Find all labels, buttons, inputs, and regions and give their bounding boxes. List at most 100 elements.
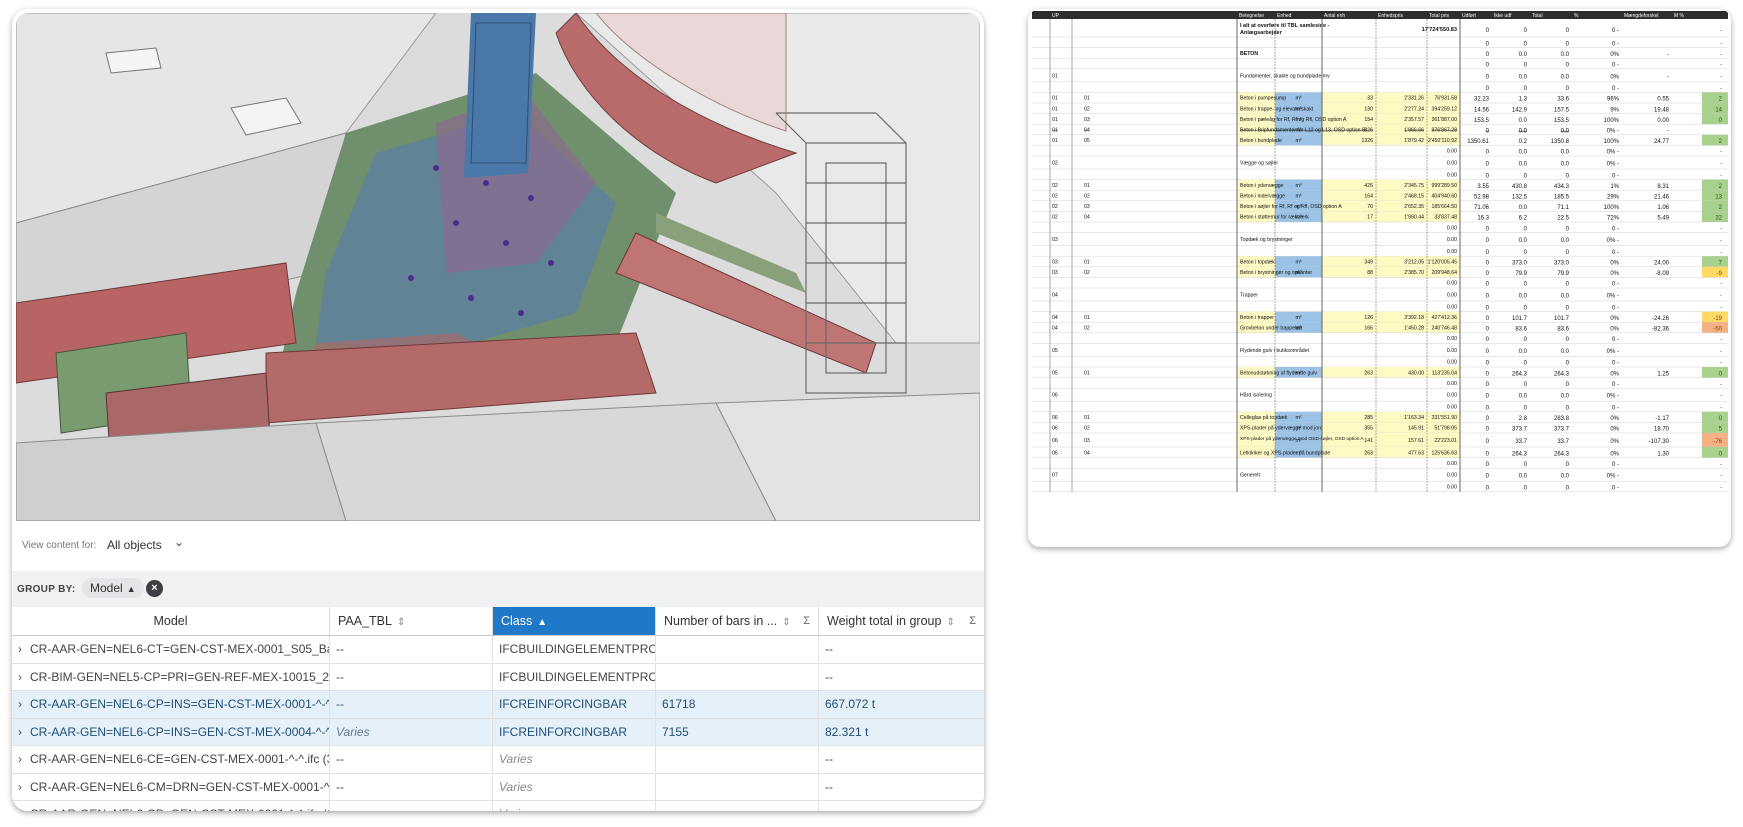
sheet-cell-text: - (1720, 486, 1722, 492)
column-header-label: Model (153, 614, 188, 628)
table-row[interactable]: › CR-AAR-GEN=NEL6-CP=INS=GEN-CST-MEX-0004… (12, 718, 984, 746)
3d-model-viewport[interactable] (16, 13, 980, 521)
sheet-cell-text: 0 (1524, 382, 1528, 388)
paa-tbl-cell-text: -- (336, 697, 344, 711)
sheet-cell-text: 164 (1364, 194, 1373, 200)
sheet-header-cell: UP (1052, 13, 1060, 19)
sheet-cell-text: 0 (1486, 282, 1490, 288)
sheet-header-cell: Total pris (1429, 13, 1450, 19)
sort-icon[interactable]: ⇕ (782, 617, 790, 628)
sheet-cell-text: 130 (1364, 106, 1373, 112)
sheet-cell-text: -19 (1713, 316, 1722, 322)
view-content-dropdown[interactable]: All objects (107, 538, 162, 552)
column-header-model[interactable]: Model (12, 607, 330, 635)
class-cell-text: Varies (499, 779, 533, 794)
sheet-cell-text: 0 (1486, 41, 1490, 47)
table-row[interactable]: › CR-BIM-GEN=NEL5-CP=PRI=GEN-REF-MEX-1001… (12, 663, 984, 691)
class-cell: Varies (493, 746, 656, 772)
sheet-cell-text: 157.5 (1554, 107, 1570, 113)
expand-chevron-icon[interactable]: › (18, 691, 30, 717)
table-row[interactable]: › CR-AAR-GEN=NEL6-CE=GEN-CST-MEX-0001-^-^… (12, 746, 984, 774)
sheet-cell-text: 373.7 (1554, 427, 1570, 433)
sheet-cell-text: 209'948.64 (1431, 270, 1457, 276)
sort-ascending-icon[interactable]: ▲ (537, 617, 547, 628)
table-row[interactable]: › CR-AAR-GEN=NEL6-CP=INS=GEN-CST-MEX-0001… (12, 691, 984, 719)
expand-chevron-icon[interactable]: › (18, 801, 30, 811)
column-header-paa-tbl[interactable]: PAA_TBL ⇕ (330, 607, 493, 635)
model-cell: › CR-AAR-GEN=NEL6-CE=GEN-CST-MEX-0001-^-^… (12, 746, 330, 772)
view-content-label: View content for: (22, 540, 97, 551)
budget-spreadsheet[interactable]: UP Betegnelse Enhed Antal enh Enhedspris Tota… (1032, 11, 1728, 541)
sheet-cell-text: 0.00 (1447, 336, 1457, 342)
sheet-cell-text: 430.00 (1408, 370, 1424, 376)
weight-total-cell: -- (819, 774, 984, 800)
sort-icon[interactable]: ⇕ (397, 617, 405, 628)
sheet-cell-text: 96% (1607, 97, 1620, 103)
sheet-header-cell: Antal enh (1324, 13, 1345, 19)
model-cell: › CR-AAR-GEN=NEL6-CP=INS=GEN-CST-MEX-0004… (12, 718, 330, 745)
column-header-number-of-bars[interactable]: Number of bars in ... ⇕ Σ (656, 607, 819, 635)
table-row[interactable]: › CR-AAR-GEN=NEL6-CT=GEN-CST-MEX-0001_S05… (12, 636, 984, 664)
sheet-cell-text: 2'652.35 (1404, 204, 1424, 210)
sheet-cell-text: 101.7 (1554, 316, 1570, 322)
sheet-cell-text: 240'746.48 (1431, 326, 1457, 332)
table-row[interactable]: ›CR-AAR-GEN=NEL6-CP=GEN-CST-MEX-0001-^-^… (12, 801, 984, 811)
sheet-cell-fill (1702, 200, 1728, 212)
sheet-cell-text: 427'412.36 (1431, 315, 1457, 321)
expand-chevron-icon[interactable]: › (18, 746, 30, 772)
expand-chevron-icon[interactable]: › (18, 664, 30, 690)
sheet-cell-text: 33.7 (1515, 439, 1527, 445)
sheet-cell-text: 06 (1052, 393, 1058, 399)
expand-chevron-icon[interactable]: › (18, 719, 30, 745)
clear-group-icon[interactable]: × (146, 580, 163, 597)
sheet-cell-text: 03 (1084, 117, 1090, 123)
sheet-cell-text: 0% (1610, 261, 1619, 267)
table-header: Model PAA_TBL ⇕ Class ▲ Number of bars in … (12, 607, 984, 636)
column-header-label: Class (501, 614, 533, 628)
weight-total-cell-text: -- (825, 779, 833, 794)
sheet-cell-text: 0 (1486, 86, 1490, 92)
sum-icon[interactable]: Σ (803, 607, 810, 635)
group-by-chip[interactable]: Model ▲ (82, 578, 144, 598)
3d-model-render[interactable] (16, 13, 980, 521)
sheet-cell-text: 01 (1052, 128, 1058, 134)
sheet-cell-text: 976'867.28 (1431, 128, 1457, 134)
sheet-cell-text: 2'345.75 (1404, 183, 1424, 189)
sheet-cell-text: 01 (1052, 138, 1058, 144)
sheet-cell-text: 03 (1084, 204, 1090, 210)
sheet-cell-text: 1'163.34 (1404, 415, 1424, 421)
sheet-cell-text: 83.6 (1515, 327, 1527, 333)
sort-icon[interactable]: ⇕ (946, 617, 954, 628)
model-cell-text: CR-AAR-GEN=NEL6-CP=GEN-CST-MEX-0001-^-^.… (30, 807, 329, 811)
sheet-cell-text: 0 (1524, 63, 1528, 69)
sheet-cell-text: 01 (1084, 260, 1090, 266)
expand-chevron-icon[interactable]: › (18, 636, 30, 662)
sheet-cell-text: -50 (1713, 327, 1722, 333)
model-cell-text: CR-AAR-GEN=NEL6-CE=GEN-CST-MEX-0001-^-^.… (30, 752, 330, 766)
sum-icon[interactable]: Σ (969, 607, 976, 635)
sheet-cell-text: 02 (1084, 426, 1090, 432)
table-row[interactable]: › CR-AAR-GEN=NEL6-CM=DRN=GEN-CST-MEX-0001… (12, 773, 984, 801)
sheet-cell-fill (1702, 422, 1728, 433)
sheet-cell-text: 0 (1486, 382, 1490, 388)
column-header-weight-total[interactable]: Weight total in group ⇕ Σ (819, 607, 984, 635)
sheet-cell-text: 70 (1367, 204, 1373, 210)
sheet-cell-text: 0.00 (1657, 118, 1669, 124)
sheet-cell-text: 0 (1486, 394, 1490, 400)
sheet-cell-text: 3.55 (1477, 184, 1489, 190)
sheet-cell-text: - (1720, 74, 1722, 80)
sheet-cell-text: Beton i bundplade (1240, 138, 1282, 144)
chevron-down-icon[interactable]: ⌄ (174, 535, 184, 549)
sheet-cell-text: 02 (1052, 161, 1058, 167)
sheet-cell-text: - (1720, 282, 1722, 288)
sheet-cell-text: Celleglas på topdæk (1240, 414, 1288, 421)
sheet-cell-text: m³ (1295, 315, 1301, 321)
sheet-cell-text: 0 - (1612, 361, 1619, 367)
column-header-class[interactable]: Class ▲ (493, 607, 656, 635)
sheet-cell-text: Beton i søjler for Rf, Rf og Rfl, OSD op… (1240, 204, 1342, 210)
sheet-cell-text: m³ (1295, 96, 1301, 102)
sheet-cell-text: 132.5 (1512, 195, 1528, 201)
expand-chevron-icon[interactable]: › (18, 774, 30, 800)
sheet-cell-text: - (1720, 474, 1722, 480)
number-of-bars-cell-text: 61718 (662, 697, 696, 711)
